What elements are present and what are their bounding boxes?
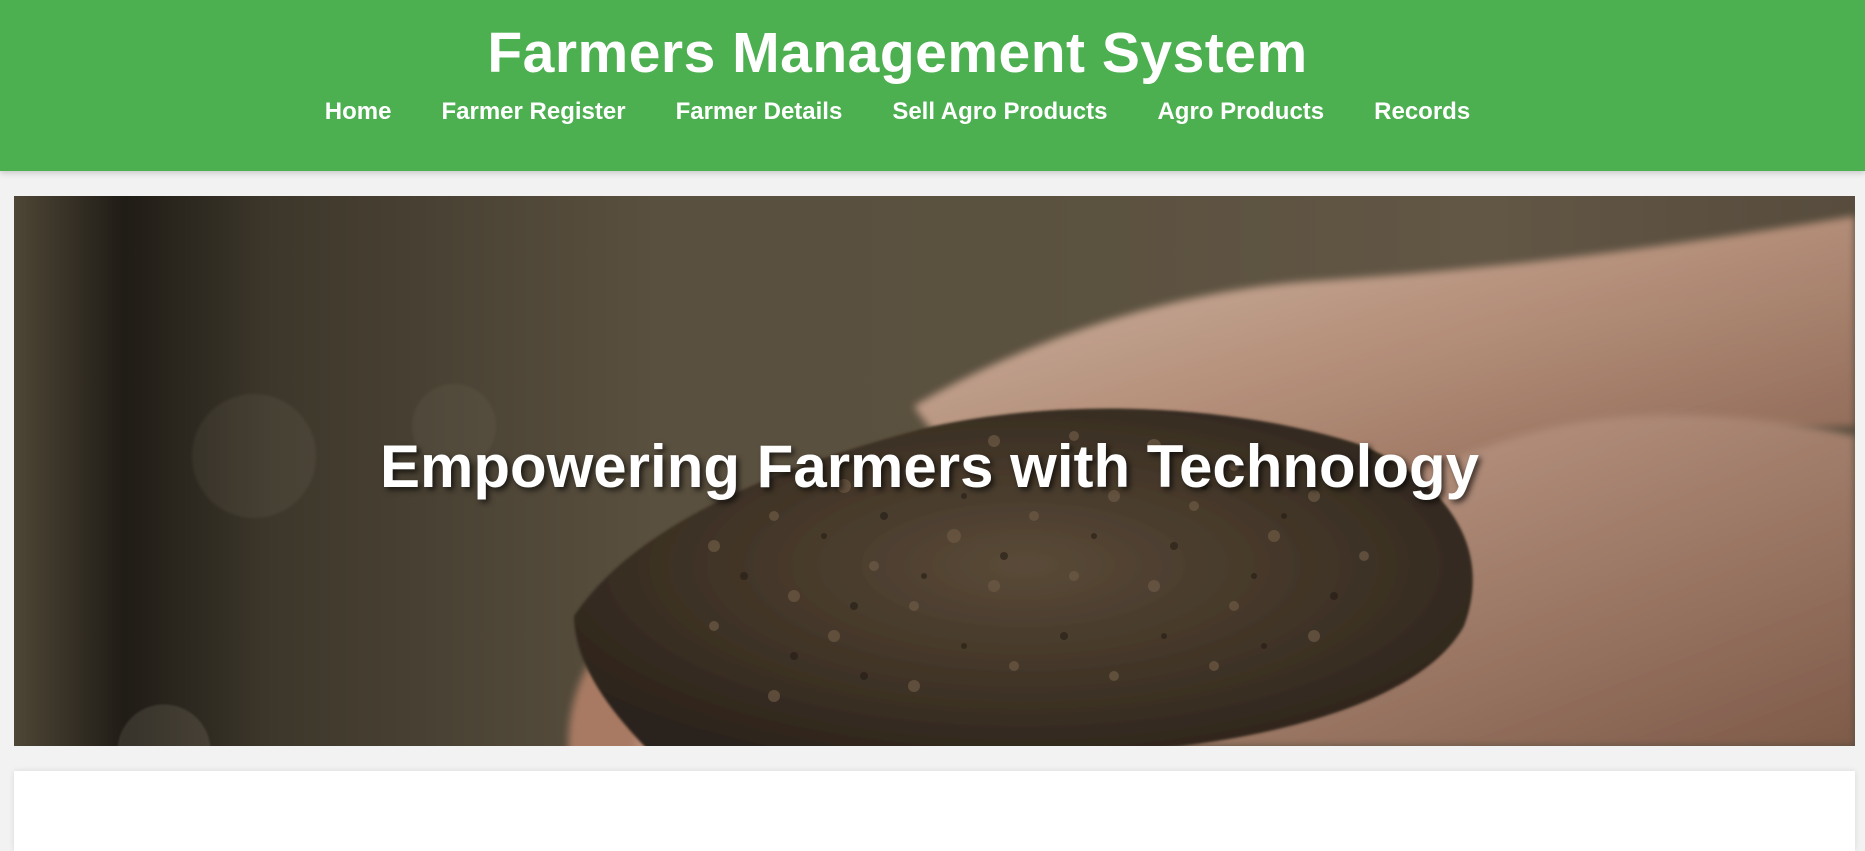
nav-agro-products-link[interactable]: Agro Products <box>1157 95 1324 129</box>
hero-banner: Empowering Farmers with Technology <box>14 196 1855 746</box>
site-title: Farmers Management System <box>487 21 1308 85</box>
nav-home-link[interactable]: Home <box>325 95 392 129</box>
nav-sell-agro-products-link[interactable]: Sell Agro Products <box>892 95 1107 129</box>
nav-farmer-register-link[interactable]: Farmer Register <box>441 95 625 129</box>
content-card <box>14 771 1855 851</box>
hero-heading: Empowering Farmers with Technology <box>379 433 1480 500</box>
nav-records-link[interactable]: Records <box>1374 95 1470 129</box>
main-nav: Home Farmer Register Farmer Details Sell… <box>0 95 1865 129</box>
nav-farmer-details-link[interactable]: Farmer Details <box>676 95 843 129</box>
site-header: Farmers Management System Home Farmer Re… <box>0 0 1865 171</box>
